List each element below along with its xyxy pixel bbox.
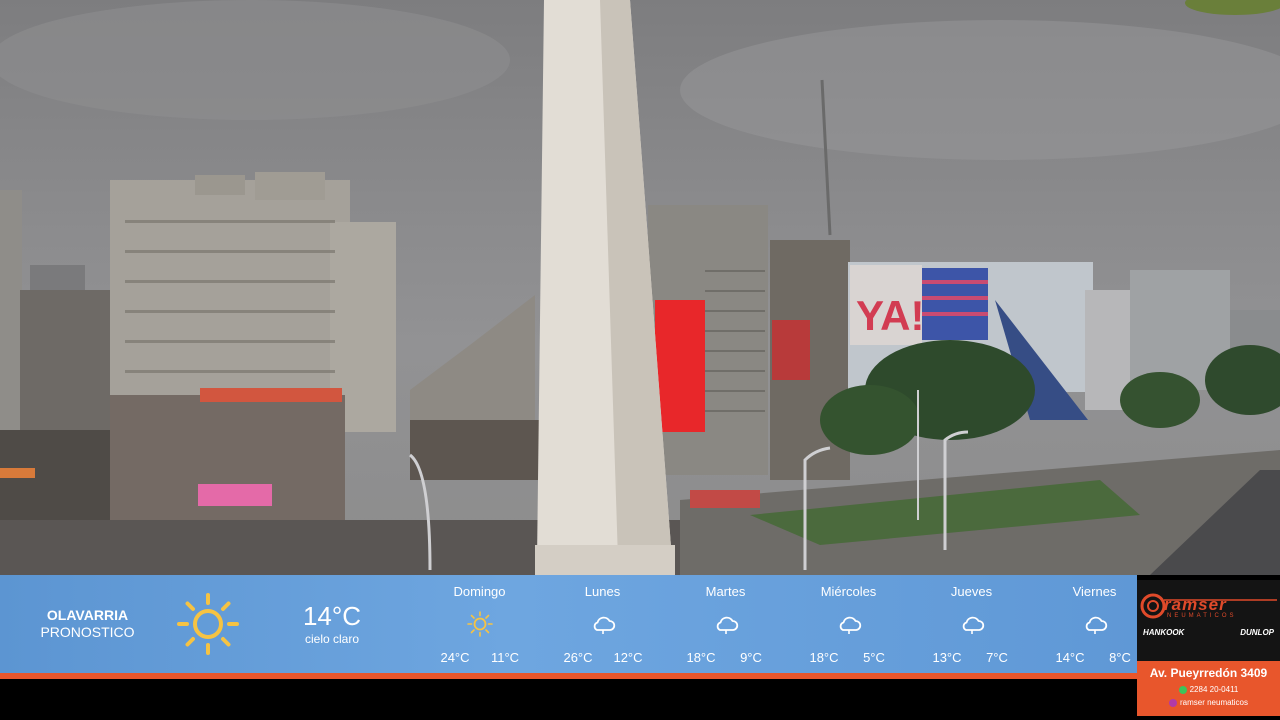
temp-max: 18°C [809,650,839,665]
forecast-day: Lunes 26°C 12°C [541,575,664,673]
temp-max: 26°C [563,650,593,665]
partner-hankook: HANKOOK [1143,628,1185,637]
cloud-icon [593,616,616,634]
forecast-subtitle: PRONOSTICO [40,624,135,640]
weather-bar: OLAVARRIA PRONOSTICO 14°C cielo claro Do… [0,575,1137,673]
forecast-list: Domingo 24°C 11°C Lunes 26°C 12°C Martes… [418,575,1137,673]
current-temperature: 14°C [302,601,362,631]
temp-min: 9°C [740,650,762,665]
temp-max: 13°C [932,650,962,665]
temp-max: 14°C [1055,650,1085,665]
sun-icon [177,593,239,655]
temp-min: 7°C [986,650,1008,665]
temp-min: 11°C [490,650,520,665]
partner-dunlop: DUNLOP [1240,628,1274,637]
bottom-black-bar [0,679,1280,720]
day-name: Miércoles [820,584,877,599]
temp-min: 5°C [863,650,885,665]
sponsor-ad[interactable]: ramser NEUMATICOS HANKOOK DUNLOP Av. Pue… [1137,580,1280,716]
city-name: OLAVARRIA [46,607,129,623]
cloud-icon [716,616,739,634]
day-name: Martes [705,584,746,599]
instagram-icon [1168,698,1177,707]
temp-max: 18°C [686,650,716,665]
location-label: OLAVARRIA PRONOSTICO [30,607,145,641]
sponsor-social: ramser neumaticos [1179,698,1249,707]
forecast-day: Martes 18°C 9°C [664,575,787,673]
cloud-icon [1085,616,1108,634]
day-name: Domingo [453,584,506,599]
forecast-day: Jueves 13°C 7°C [910,575,1033,673]
temp-min: 12°C [613,650,643,665]
sponsor-social-row: ramser neumaticos [1137,698,1280,707]
sponsor-phone: 2284 20-0411 [1189,685,1239,694]
temp-max: 24°C [440,650,470,665]
sponsor-contact: Av. Pueyrredón 3409 2284 20-0411 ramser … [1137,661,1280,716]
whatsapp-icon [1178,685,1187,694]
city-scene: YA! [0,0,1280,575]
forecast-day: Domingo 24°C 11°C [418,575,541,673]
sponsor-partners: HANKOOK DUNLOP [1143,628,1274,637]
cloud-icon [839,616,862,634]
sponsor-tagline: NEUMATICOS [1167,613,1237,619]
forecast-day: Miércoles 18°C 5°C [787,575,910,673]
day-name: Lunes [584,584,621,599]
sun-icon [467,611,493,637]
camera-view: YA! [0,0,1280,575]
sponsor-address: Av. Pueyrredón 3409 [1149,666,1268,680]
sponsor-phone-row: 2284 20-0411 [1137,685,1280,694]
current-condition: cielo claro [304,632,360,646]
billboard-text: YA! [856,292,924,339]
cloud-icon [962,616,985,634]
day-name: Jueves [950,584,993,599]
sponsor-brand: ramser [1164,595,1227,614]
